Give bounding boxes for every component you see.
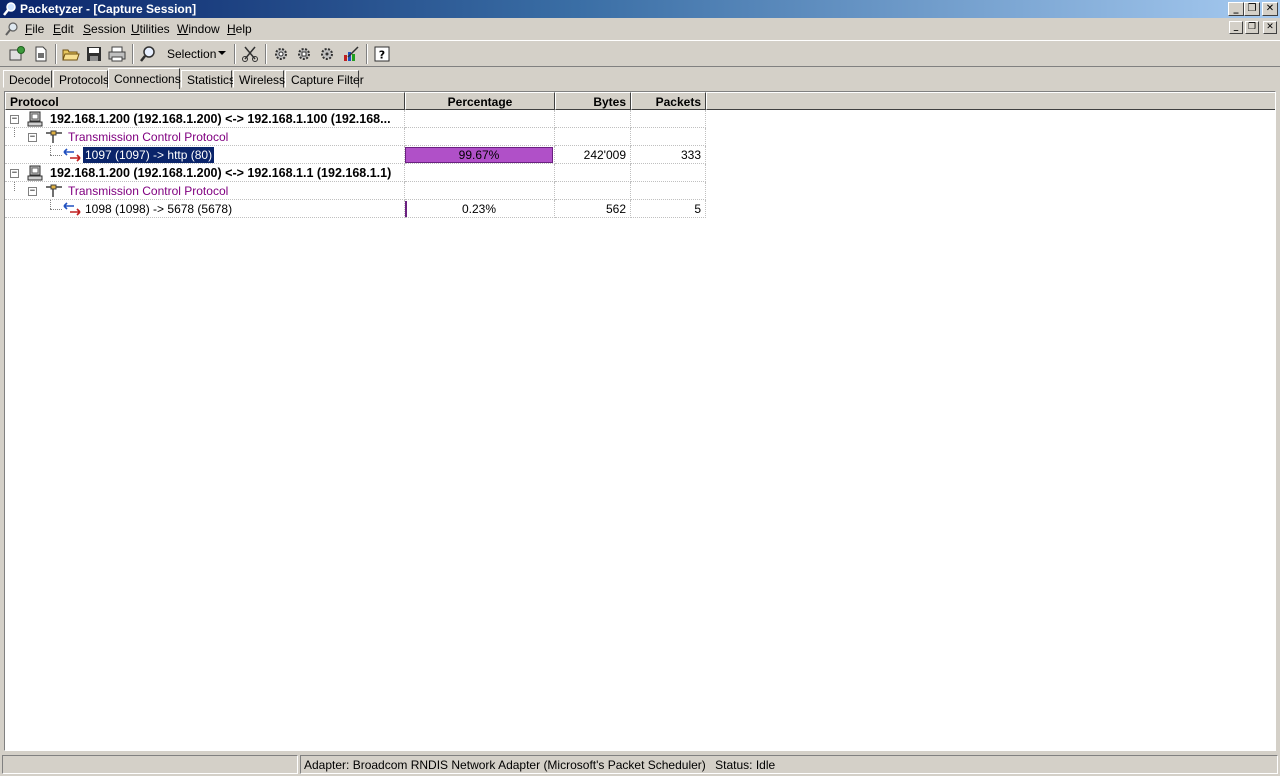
cut-button[interactable] xyxy=(239,44,261,64)
find-button[interactable] xyxy=(137,44,159,64)
protocol-label: Transmission Control Protocol xyxy=(68,130,229,144)
protocol-label: Transmission Control Protocol xyxy=(68,184,229,198)
mdi-minimize-button[interactable]: _ xyxy=(1229,21,1243,34)
app-magnifier-icon xyxy=(3,2,16,16)
window-title: Packetyzer - [Capture Session] xyxy=(20,2,197,16)
stop-capture-button[interactable] xyxy=(316,44,338,64)
connection-label: 1097 (1097) -> http (80) xyxy=(81,146,216,163)
menu-edit[interactable]: Edit xyxy=(52,21,75,37)
column-header-bytes[interactable]: Bytes xyxy=(555,92,631,110)
adapter-status-text: Adapter: Broadcom RNDIS Network Adapter … xyxy=(304,758,706,772)
close-button[interactable]: ✕ xyxy=(1262,2,1278,16)
view-tabs: Decode Protocols Connections Statistics … xyxy=(0,68,1280,90)
title-bar: Packetyzer - [Capture Session] _ ❐ ✕ xyxy=(0,0,1280,18)
toolbar-separator xyxy=(55,44,57,64)
toolbar-separator xyxy=(132,44,134,64)
new-capture-icon xyxy=(9,46,25,61)
network-tap-icon xyxy=(46,184,62,197)
document-icon[interactable] xyxy=(4,21,20,37)
open-button[interactable] xyxy=(60,44,82,64)
host-pair-label: 192.168.1.200 (192.168.1.200) <-> 192.16… xyxy=(50,112,391,126)
status-pane-adapter: Adapter: Broadcom RNDIS Network Adapter … xyxy=(300,755,1278,774)
scissors-icon xyxy=(242,46,258,62)
connection-label: 1098 (1098) -> 5678 (5678) xyxy=(85,202,233,216)
start-capture-button[interactable] xyxy=(270,44,292,64)
column-header-bar: Protocol Percentage Bytes Packets xyxy=(5,92,1275,110)
bytes-value: 562 xyxy=(555,200,631,218)
capture-options-button[interactable] xyxy=(293,44,315,64)
percentage-value: 99.67% xyxy=(458,148,500,162)
network-tap-icon xyxy=(46,130,62,143)
column-header-percentage[interactable]: Percentage xyxy=(405,92,555,110)
bidirectional-arrows-icon xyxy=(63,202,81,216)
toolbar: Selection ? xyxy=(0,40,1280,67)
column-header-packets[interactable]: Packets xyxy=(631,92,706,110)
collapse-toggle-icon[interactable]: − xyxy=(28,133,37,142)
packets-value: 5 xyxy=(631,200,706,218)
stop-gear-icon xyxy=(321,48,333,60)
open-folder-icon xyxy=(62,49,80,61)
tree-row-protocol[interactable]: − Transmission Control Protocol xyxy=(5,182,706,200)
computer-icon xyxy=(27,111,43,127)
printer-icon xyxy=(108,46,126,62)
computer-icon xyxy=(27,165,43,181)
new-document-icon xyxy=(35,46,47,62)
help-icon: ? xyxy=(374,46,390,62)
tab-protocols[interactable]: Protocols xyxy=(53,70,109,88)
collapse-toggle-icon[interactable]: − xyxy=(10,115,19,124)
search-icon xyxy=(140,46,155,62)
toolbar-separator xyxy=(366,44,368,64)
capture-status-text: Status: Idle xyxy=(715,758,776,772)
menu-session[interactable]: Session xyxy=(82,21,127,37)
tree-row-host[interactable]: − 192.168.1.200 (192.168.1.200) <-> 192.… xyxy=(5,164,706,182)
bytes-value: 242'009 xyxy=(555,146,631,164)
menu-help[interactable]: Help xyxy=(226,21,253,37)
tab-wireless[interactable]: Wireless xyxy=(233,70,285,88)
menu-utilities[interactable]: Utilities xyxy=(130,21,171,37)
mdi-restore-button[interactable]: ❐ xyxy=(1245,21,1259,34)
tab-statistics[interactable]: Statistics xyxy=(181,70,235,88)
column-header-protocol[interactable]: Protocol xyxy=(5,92,405,110)
menu-file[interactable]: File xyxy=(24,21,45,37)
menu-bar: File Edit Session Utilities Window Help … xyxy=(0,19,1280,38)
tree-row-connection[interactable]: 1098 (1098) -> 5678 (5678) 0.23% 562 5 xyxy=(5,200,706,218)
chevron-down-icon[interactable] xyxy=(218,51,226,55)
help-button[interactable]: ? xyxy=(371,44,393,64)
toolbar-separator xyxy=(265,44,267,64)
restore-button[interactable]: ❐ xyxy=(1244,2,1260,16)
minimize-button[interactable]: _ xyxy=(1228,2,1244,16)
connections-tree-view[interactable]: Protocol Percentage Bytes Packets − 192.… xyxy=(4,91,1276,751)
menu-window[interactable]: Window xyxy=(176,21,221,37)
tab-decode[interactable]: Decode xyxy=(3,70,52,88)
tree-row-protocol[interactable]: − Transmission Control Protocol xyxy=(5,128,706,146)
collapse-toggle-icon[interactable]: − xyxy=(28,187,37,196)
tab-capture-filter[interactable]: Capture Filter xyxy=(285,70,364,88)
save-button[interactable] xyxy=(83,44,105,64)
tree-row-host[interactable]: − 192.168.1.200 (192.168.1.200) <-> 192.… xyxy=(5,110,706,128)
column-header-filler xyxy=(706,92,1275,110)
save-disk-icon xyxy=(87,47,101,61)
status-bar: Adapter: Broadcom RNDIS Network Adapter … xyxy=(0,753,1280,776)
capture-gear-icon xyxy=(275,48,287,60)
toolbar-separator xyxy=(234,44,236,64)
statistics-button[interactable] xyxy=(340,44,362,64)
chart-edit-icon xyxy=(344,46,359,61)
tree-row-connection[interactable]: 1097 (1097) -> http (80) 99.67% 242'009 … xyxy=(5,146,706,164)
capture-options-gear-icon xyxy=(298,48,310,60)
bidirectional-arrows-icon xyxy=(63,148,81,162)
status-pane-empty xyxy=(2,755,298,774)
svg-text:?: ? xyxy=(379,49,385,62)
tab-connections[interactable]: Connections xyxy=(108,68,181,89)
packets-value: 333 xyxy=(631,146,706,164)
selection-dropdown-label[interactable]: Selection xyxy=(167,47,216,61)
collapse-toggle-icon[interactable]: − xyxy=(10,169,19,178)
percentage-value: 0.23% xyxy=(461,202,497,216)
new-document-button[interactable] xyxy=(30,44,52,64)
print-button[interactable] xyxy=(106,44,128,64)
new-capture-button[interactable] xyxy=(6,44,28,64)
mdi-close-button[interactable]: ✕ xyxy=(1263,21,1277,34)
host-pair-label: 192.168.1.200 (192.168.1.200) <-> 192.16… xyxy=(50,166,392,180)
